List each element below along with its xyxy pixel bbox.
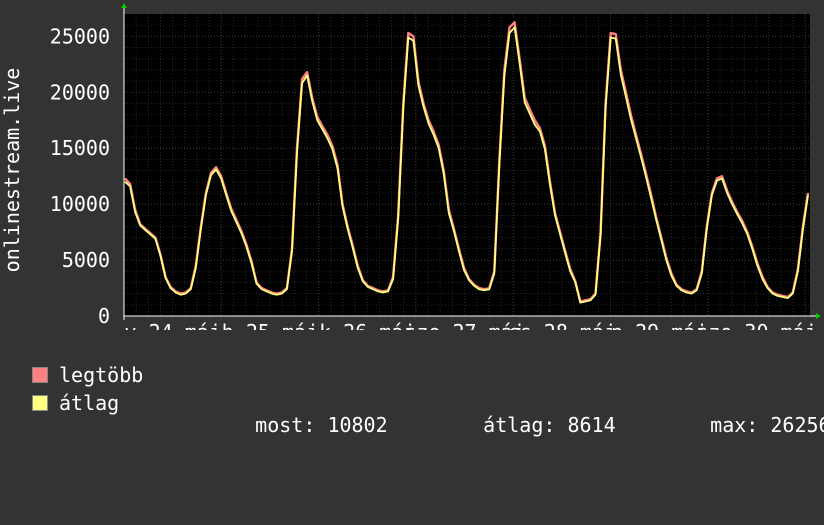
stat-max-value: 26256	[770, 413, 824, 437]
stat-avg: átlag: 8614	[435, 392, 616, 458]
x-axis-arrow	[816, 313, 821, 319]
y-axis-arrow	[121, 3, 127, 8]
legend-avg-row: átlag most: 10802 átlag: 8614 max: 26256	[32, 391, 824, 436]
x-tick-label: h 25 máj	[222, 320, 318, 330]
legend-max-swatch	[32, 367, 48, 383]
x-tick-label: cs 28 máj	[508, 320, 616, 330]
y-axis-label: onlinestream.live	[0, 68, 24, 273]
stat-now: most: 10802	[207, 392, 388, 458]
x-tick-label: szo 30 máj	[696, 320, 816, 330]
stat-max: max: 26256	[662, 392, 824, 458]
x-tick-label: v 24 máj	[124, 320, 220, 330]
y-tick-label: 20000	[50, 80, 110, 104]
stat-avg-label: átlag:	[483, 413, 556, 437]
chart: 0 5000 10000 15000 20000 25000 v 24 májh 25 m…	[0, 3, 821, 330]
y-tick-label: 10000	[50, 192, 110, 216]
y-tick-label: 5000	[62, 248, 110, 272]
y-tick-labels: 0 5000 10000 15000 20000 25000	[50, 24, 110, 328]
y-tick-label: 0	[98, 304, 110, 328]
legend-avg-label: átlag	[59, 391, 120, 415]
stat-now-label: most:	[255, 413, 316, 437]
x-tick-label: p 29 máj	[611, 320, 707, 330]
stat-now-value: 10802	[327, 413, 388, 437]
y-tick-label: 15000	[50, 136, 110, 160]
plot-background	[124, 14, 810, 316]
x-tick-labels: v 24 májh 25 májk 26 májsze 27 májcs 28 …	[124, 320, 816, 330]
stat-avg-value: 8614	[567, 413, 616, 437]
legend-max-row: legtöbb	[32, 364, 232, 386]
legend-max-label: legtöbb	[59, 363, 144, 387]
stat-max-label: max:	[710, 413, 759, 437]
x-tick-label: k 26 máj	[319, 320, 415, 330]
legend-avg-swatch	[32, 395, 48, 411]
y-tick-label: 25000	[50, 24, 110, 48]
